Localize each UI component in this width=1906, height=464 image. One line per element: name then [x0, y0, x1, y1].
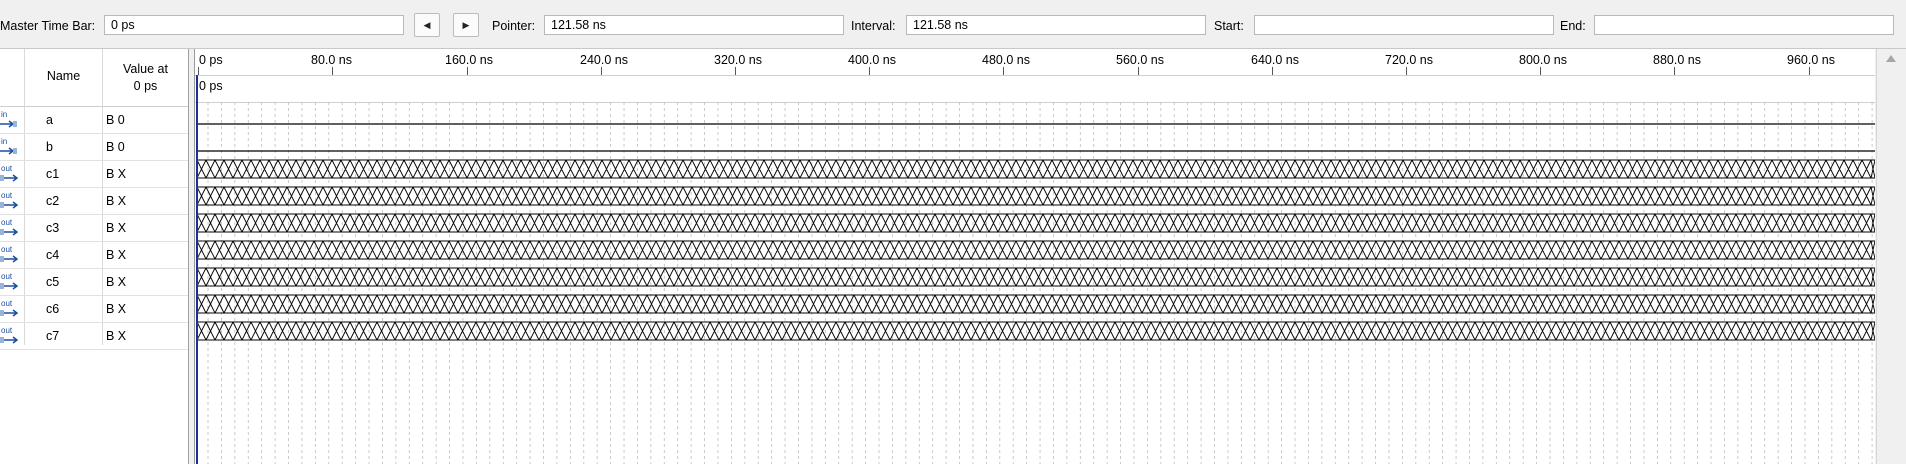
output-pin-icon: out: [0, 273, 20, 291]
waveform-canvas[interactable]: [195, 102, 1875, 464]
ruler-tick-label: 720.0 ns: [1385, 53, 1433, 67]
signal-row-c3[interactable]: out c3 B X: [0, 215, 188, 242]
ruler-tick-label: 640.0 ns: [1251, 53, 1299, 67]
marker-row[interactable]: 0 ps: [195, 76, 1875, 103]
output-pin-icon: out: [0, 300, 20, 318]
ruler-tick-label: 240.0 ns: [580, 53, 628, 67]
start-field[interactable]: [1254, 15, 1554, 35]
end-field[interactable]: [1594, 15, 1894, 35]
waveform-c7: [196, 321, 1875, 341]
signal-value: B X: [106, 194, 127, 208]
waveform-panel[interactable]: 0 ps 80.0 ns 160.0 ns 240.0 ns 320.0 ns …: [194, 49, 1875, 464]
waveform-c4: [196, 240, 1875, 260]
ruler-tick-label: 400.0 ns: [848, 53, 896, 67]
end-label: End:: [1560, 19, 1586, 33]
ruler-tick-label: 320.0 ns: [714, 53, 762, 67]
pointer-label: Pointer:: [492, 19, 536, 33]
signal-name: c4: [46, 248, 60, 262]
signal-value: B X: [106, 302, 127, 316]
signal-name: c1: [46, 167, 60, 181]
signal-row-b[interactable]: in b B 0: [0, 134, 188, 161]
waveform-c1: [196, 159, 1875, 179]
signal-row-a[interactable]: in a B 0: [0, 107, 188, 134]
signal-value: B X: [106, 275, 127, 289]
pointer-field[interactable]: 121.58 ns: [544, 15, 844, 35]
signal-name: c2: [46, 194, 60, 208]
time-ruler[interactable]: 0 ps 80.0 ns 160.0 ns 240.0 ns 320.0 ns …: [195, 49, 1875, 76]
ruler-tick-label: 800.0 ns: [1519, 53, 1567, 67]
output-pin-icon: out: [0, 165, 20, 183]
interval-field[interactable]: 121.58 ns: [906, 15, 1206, 35]
output-pin-icon: out: [0, 327, 20, 345]
ruler-tick-label: 560.0 ns: [1116, 53, 1164, 67]
signal-name: c3: [46, 221, 60, 235]
value-header-line1: Value at: [123, 62, 168, 76]
ruler-tick-label: 0 ps: [199, 53, 223, 67]
previous-transition-button[interactable]: ◀: [414, 13, 440, 37]
output-pin-icon: out: [0, 192, 20, 210]
signal-value: B X: [106, 329, 127, 343]
output-pin-icon: out: [0, 219, 20, 237]
waveform-c5: [196, 267, 1875, 287]
scroll-up-arrow-icon[interactable]: [1886, 55, 1896, 62]
signal-row-c7[interactable]: out c7 B X: [0, 323, 188, 350]
ruler-tick-label: 480.0 ns: [982, 53, 1030, 67]
value-column-header[interactable]: Value at 0 ps: [103, 61, 188, 95]
master-time-bar-field[interactable]: 0 ps: [104, 15, 404, 35]
signal-name: a: [46, 113, 53, 127]
waveform-c3: [196, 213, 1875, 233]
master-time-bar-label: Master Time Bar:: [0, 19, 96, 33]
time-bar-toolbar: Master Time Bar: 0 ps ◀ ▶ Pointer: 121.5…: [0, 0, 1906, 49]
signal-row-c5[interactable]: out c5 B X: [0, 269, 188, 296]
signal-value: B X: [106, 221, 127, 235]
master-time-bar-cursor[interactable]: [196, 75, 198, 464]
signal-list-panel: Name Value at 0 ps in a B 0 in b B 0 out…: [0, 49, 189, 464]
signal-value: B 0: [106, 140, 125, 154]
signal-value: B X: [106, 167, 127, 181]
signal-row-c6[interactable]: out c6 B X: [0, 296, 188, 323]
ruler-tick-label: 880.0 ns: [1653, 53, 1701, 67]
ruler-tick-label: 960.0 ns: [1787, 53, 1835, 67]
time-bar-marker-label: 0 ps: [199, 79, 223, 93]
input-pin-icon: in: [0, 138, 20, 156]
ruler-tick-label: 160.0 ns: [445, 53, 493, 67]
vertical-scrollbar[interactable]: [1876, 49, 1906, 464]
interval-label: Interval:: [851, 19, 896, 33]
name-column-header[interactable]: Name: [25, 69, 102, 83]
signal-row-c2[interactable]: out c2 B X: [0, 188, 188, 215]
output-pin-icon: out: [0, 246, 20, 264]
ruler-tick-label: 80.0 ns: [311, 53, 353, 67]
signal-row-c4[interactable]: out c4 B X: [0, 242, 188, 269]
signal-name: c6: [46, 302, 60, 316]
input-pin-icon: in: [0, 111, 20, 129]
next-transition-button[interactable]: ▶: [453, 13, 479, 37]
signal-value: B 0: [106, 113, 125, 127]
waveform-c6: [196, 294, 1875, 314]
signal-row-c1[interactable]: out c1 B X: [0, 161, 188, 188]
start-label: Start:: [1214, 19, 1244, 33]
signal-name: c7: [46, 329, 60, 343]
signal-name: c5: [46, 275, 60, 289]
signal-name: b: [46, 140, 53, 154]
signal-value: B X: [106, 248, 127, 262]
waveform-c2: [196, 186, 1875, 206]
value-header-line2: 0 ps: [133, 79, 158, 93]
